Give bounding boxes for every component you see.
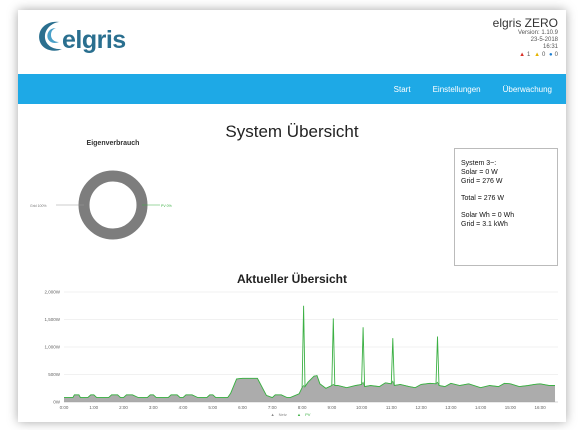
x-tick-label: 14:00: [475, 405, 487, 410]
header-info: elgris ZERO Version: 1.10.9 23-5-2018 16…: [398, 16, 558, 58]
y-tick-label: 1,000W: [44, 345, 60, 350]
app-window: elgris elgris ZERO Version: 1.10.9 23-5-…: [18, 10, 566, 422]
nav-ueberwachung[interactable]: Überwachung: [503, 85, 552, 94]
version-text: Version: 1.10.9: [517, 30, 558, 36]
product-name: elgris ZERO: [492, 16, 558, 30]
eigenverbrauch-donut: Grid 100% PV 0%: [30, 170, 172, 240]
x-tick-label: 10:00: [356, 405, 368, 410]
x-tick-label: 3:00: [149, 405, 158, 410]
summary-grid-kwh: Grid = 3.1 kWh: [461, 221, 508, 228]
y-tick-label: 0W: [53, 400, 61, 405]
power-chart: 0W 500W 1,000W 1,500W 2,000W 0:00 1:00 2:00 3:00…: [44, 290, 558, 410]
donut-grid-ring: [78, 170, 148, 240]
error-count: 1: [527, 52, 531, 58]
summary-grid: Grid = 276 W: [461, 178, 503, 185]
x-tick-label: 1:00: [89, 405, 98, 410]
x-tick-label: 8:00: [298, 405, 307, 410]
x-tick-label: 0:00: [60, 405, 69, 410]
nav-einstellungen[interactable]: Einstellungen: [433, 85, 481, 94]
info-count: 0: [554, 52, 558, 58]
x-tick-label: 13:00: [445, 405, 457, 410]
info-icon: ●: [549, 52, 553, 58]
summary-solar: Solar = 0 W: [461, 169, 498, 176]
x-tick-label: 15:00: [505, 405, 517, 410]
summary-solar-wh: Solar Wh = 0 Wh: [461, 212, 515, 219]
x-tick-label: 7:00: [268, 405, 277, 410]
x-tick-label: 4:00: [179, 405, 188, 410]
page-title: System Übersicht: [225, 122, 359, 141]
chart-legend: ▲ Netz ▲ PV: [18, 412, 566, 417]
legend-netz-label: Netz: [278, 412, 287, 417]
x-tick-label: 12:00: [415, 405, 427, 410]
warning-icon: ▲: [534, 52, 541, 58]
x-tick-label: 5:00: [208, 405, 217, 410]
nav-start[interactable]: Start: [394, 85, 411, 94]
alert-status[interactable]: ▲ 1 ▲ 0 ● 0: [398, 52, 558, 58]
time-text: 16:31: [542, 44, 558, 50]
x-tick-label: 16:00: [535, 405, 547, 410]
x-tick-label: 9:00: [327, 405, 336, 410]
summary-total: Total = 276 W: [461, 195, 504, 202]
donut-title: Eigenverbrauch: [86, 140, 140, 147]
x-tick-label: 11:00: [386, 405, 397, 410]
x-tick-label: 6:00: [238, 405, 247, 410]
system-summary: System 3~: Solar = 0 W Grid = 276 W Tota…: [454, 148, 558, 266]
y-tick-label: 1,500W: [44, 317, 60, 322]
error-warning-icon: ▲: [519, 52, 526, 58]
series-netz-area: [64, 375, 556, 402]
summary-system: System 3~:: [461, 160, 497, 167]
navbar: Start Einstellungen Überwachung: [18, 74, 566, 104]
header: elgris elgris ZERO Version: 1.10.9 23-5-…: [18, 10, 566, 74]
y-tick-label: 2,000W: [44, 290, 60, 295]
y-tick-label: 500W: [48, 372, 61, 377]
warning-count: 0: [542, 52, 546, 58]
logo-text: elgris: [62, 26, 126, 54]
legend-pv[interactable]: ▲ PV: [297, 412, 313, 417]
legend-netz[interactable]: ▲ Netz: [271, 412, 290, 417]
donut-right-label: PV 0%: [161, 204, 172, 208]
date-text: 23-5-2018: [530, 37, 558, 43]
legend-pv-label: PV: [305, 412, 311, 417]
x-tick-label: 2:00: [119, 405, 128, 410]
elgris-logo[interactable]: elgris: [32, 16, 162, 56]
donut-left-label: Grid 100%: [30, 204, 47, 208]
